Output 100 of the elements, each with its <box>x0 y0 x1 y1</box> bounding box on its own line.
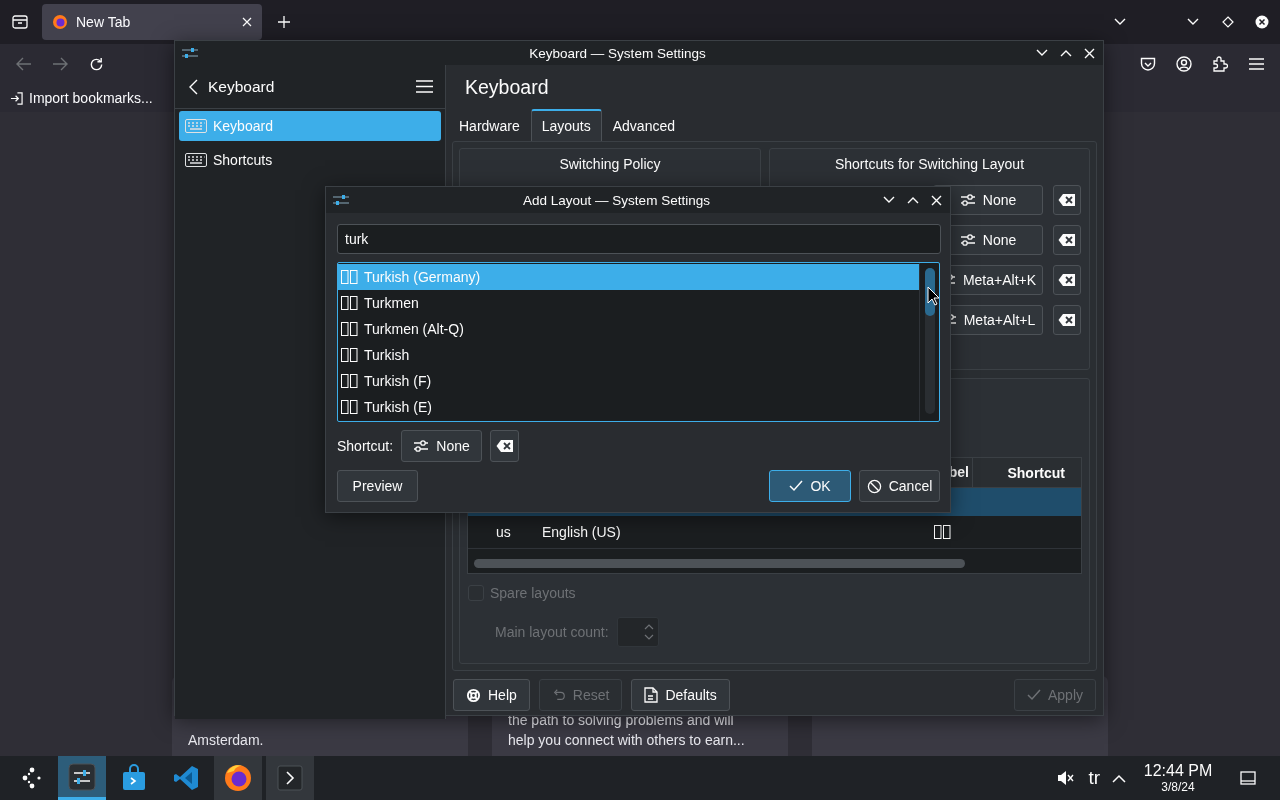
show-desktop-icon[interactable] <box>1240 771 1256 785</box>
new-tab-icon[interactable] <box>277 15 291 29</box>
pocket-icon[interactable] <box>1140 56 1156 72</box>
undo-icon <box>551 688 566 702</box>
card-text: Amsterdam. <box>188 731 265 750</box>
group-title: Switching Policy <box>559 156 661 172</box>
shopping-bag-icon[interactable] <box>121 764 147 792</box>
browser-icon <box>52 14 68 30</box>
maximize-icon[interactable] <box>907 196 919 204</box>
menu-icon[interactable] <box>416 80 433 93</box>
check-icon <box>789 480 804 492</box>
check-icon <box>1027 689 1041 701</box>
list-item[interactable]: Turkmen (Alt-Q) <box>338 316 919 342</box>
menu-icon[interactable] <box>1248 58 1264 70</box>
lifebuoy-icon <box>466 687 481 703</box>
app-icon <box>181 47 199 59</box>
browser-icon[interactable] <box>223 763 253 793</box>
field-label: Shortcut: <box>337 438 394 454</box>
maximize-icon[interactable] <box>1060 49 1072 57</box>
sidebar-title: Keyboard <box>208 77 276 96</box>
clear-button[interactable] <box>1053 305 1081 335</box>
close-icon[interactable] <box>1084 47 1095 59</box>
terminal-icon[interactable] <box>277 765 303 791</box>
import-icon <box>10 91 23 105</box>
scrollbar[interactable] <box>924 268 935 414</box>
clear-icon <box>1058 273 1076 287</box>
clock-date[interactable]: 3/8/24 <box>1161 780 1195 794</box>
minimize-icon[interactable] <box>883 196 895 204</box>
clock-time[interactable]: 12:44 PM <box>1143 762 1213 780</box>
window-title: Keyboard — System Settings <box>528 45 707 61</box>
keyboard-icon <box>185 153 207 167</box>
tab[interactable]: Layouts <box>530 109 602 141</box>
keyboard-layout-indicator[interactable]: tr <box>1088 767 1100 789</box>
search-field[interactable]: turk <box>337 224 941 254</box>
sliders-icon <box>959 193 976 207</box>
shortcut-button[interactable]: None <box>401 430 483 462</box>
reload-icon[interactable] <box>88 56 104 72</box>
app-icon <box>332 194 350 206</box>
tab[interactable]: Hardware <box>448 109 531 141</box>
keyboard-icon <box>185 119 207 133</box>
missing-glyph-icon <box>341 348 358 362</box>
scrollbar[interactable] <box>474 559 965 568</box>
column-header[interactable]: Shortcut <box>973 464 1081 481</box>
list-item[interactable]: Turkish (F) <box>338 368 919 394</box>
dialog-title: Add Layout — System Settings <box>522 192 711 208</box>
sliders-icon <box>413 439 430 453</box>
missing-glyph-icon <box>341 400 358 414</box>
table-row[interactable]: us English (US) <box>468 516 1081 549</box>
minimize-icon[interactable] <box>1187 18 1199 26</box>
missing-glyph-icon <box>341 374 358 388</box>
close-icon[interactable] <box>931 194 942 206</box>
forward-icon[interactable] <box>52 57 68 71</box>
muted-speaker-icon[interactable] <box>1056 769 1075 787</box>
missing-glyph-icon <box>341 296 358 310</box>
dialog-button[interactable]: Cancel <box>859 470 940 502</box>
mouse-pointer-icon <box>927 286 940 306</box>
footer-button[interactable]: Help <box>453 679 530 711</box>
sliders-icon <box>959 233 976 247</box>
sidebar-item[interactable]: Shortcuts <box>179 145 441 175</box>
expand-tray-icon[interactable] <box>1112 773 1126 783</box>
tab[interactable]: Advanced <box>601 109 687 141</box>
clear-icon <box>1058 193 1076 207</box>
missing-glyph-icon <box>341 270 358 284</box>
footer-button[interactable]: Defaults <box>631 679 730 711</box>
puzzle-icon[interactable] <box>1212 56 1228 72</box>
list-item[interactable]: Turkish (E) <box>338 394 919 420</box>
document-icon <box>644 687 659 703</box>
dialog-button[interactable]: OK <box>769 470 851 502</box>
page-title: Keyboard <box>465 75 549 99</box>
clear-icon <box>495 439 514 453</box>
clear-button[interactable] <box>1053 225 1081 255</box>
bookmark[interactable]: Import bookmarks... <box>10 90 153 106</box>
diamond-icon[interactable] <box>1222 16 1234 28</box>
close-icon[interactable] <box>1255 15 1269 29</box>
missing-glyph-icon <box>341 322 358 336</box>
clear-button[interactable] <box>490 430 520 462</box>
list-item[interactable]: Turkmen <box>338 290 919 316</box>
table-cell-text: English (US) <box>542 524 622 540</box>
minimize-icon[interactable] <box>1036 49 1048 57</box>
browser-tab[interactable]: New Tab <box>42 4 262 40</box>
clear-icon <box>1058 233 1076 247</box>
tab-list-icon[interactable] <box>12 15 28 29</box>
missing-glyph-icon <box>934 525 951 539</box>
cancel-icon <box>866 478 882 494</box>
sliders-icon[interactable] <box>68 762 96 791</box>
clear-button[interactable] <box>1053 265 1081 295</box>
clear-icon <box>1058 313 1076 327</box>
dialog-button[interactable]: Preview <box>337 470 418 502</box>
taskbar-app[interactable] <box>58 756 106 800</box>
list-item[interactable]: Turkish <box>338 342 919 368</box>
checkbox-label: Spare layouts <box>490 585 576 601</box>
field-label: Main layout count: <box>495 624 609 640</box>
taskbar-app[interactable] <box>214 756 262 800</box>
close-icon[interactable] <box>242 17 252 27</box>
clear-button[interactable] <box>1053 185 1081 215</box>
group-title: Shortcuts for Switching Layout <box>834 156 1025 172</box>
account-icon[interactable] <box>1176 56 1192 72</box>
table-cell-text: us <box>496 524 512 540</box>
minimize-icon[interactable] <box>1114 18 1126 26</box>
code-editor-icon[interactable] <box>172 764 200 792</box>
